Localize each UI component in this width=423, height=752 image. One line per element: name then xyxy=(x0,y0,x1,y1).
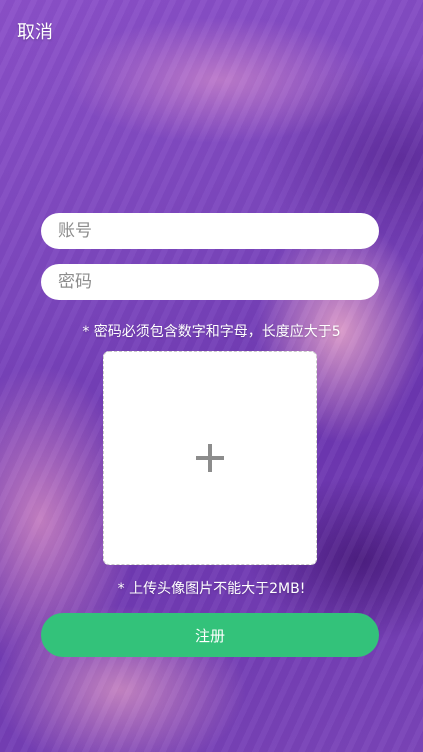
cancel-button[interactable]: 取消 xyxy=(17,18,53,44)
avatar-upload[interactable] xyxy=(103,351,317,565)
password-hint: * 密码必须包含数字和字母，长度应大于5 xyxy=(82,324,341,340)
register-screen: 取消 * 密码必须包含数字和字母，长度应大于5 * 上传头像图片不能大于2MB!… xyxy=(0,0,423,752)
account-input[interactable] xyxy=(41,213,379,249)
register-button[interactable]: 注册 xyxy=(41,613,379,657)
avatar-hint: * 上传头像图片不能大于2MB! xyxy=(117,581,306,597)
password-input[interactable] xyxy=(41,264,379,300)
plus-icon xyxy=(196,444,224,472)
